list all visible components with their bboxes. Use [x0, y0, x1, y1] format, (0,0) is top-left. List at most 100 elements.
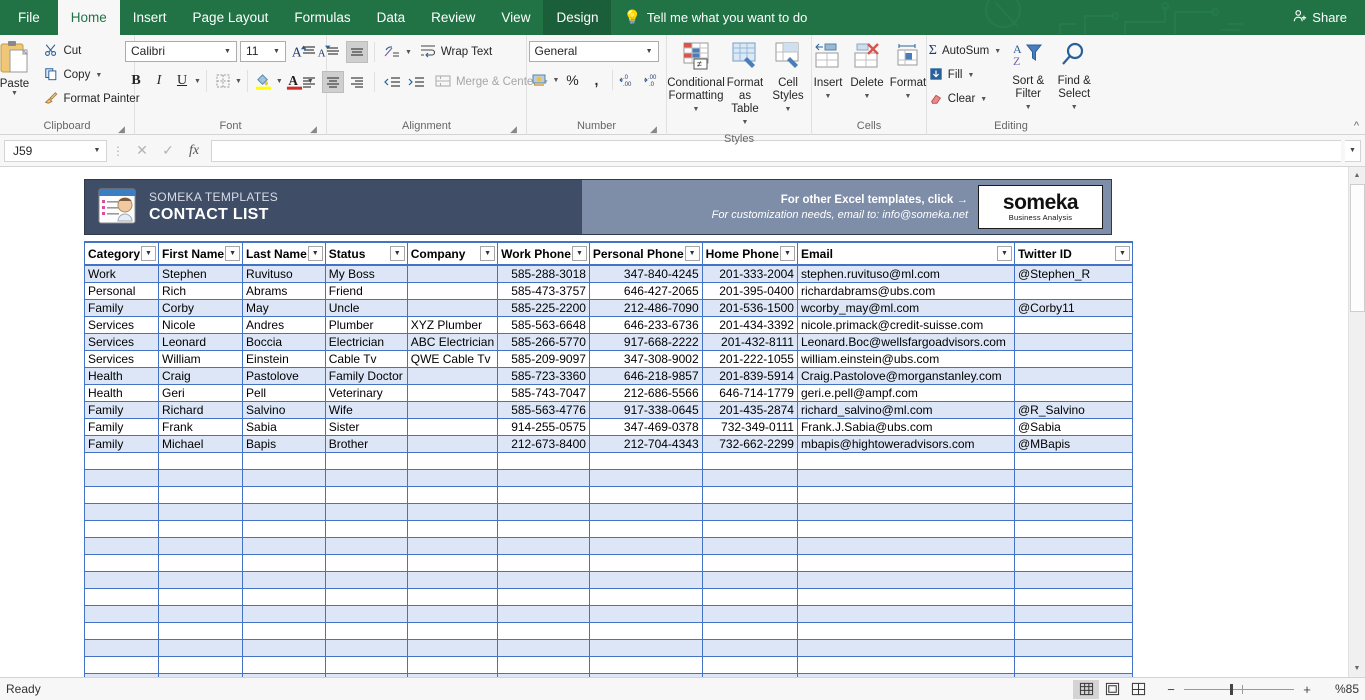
- cell-work-phone[interactable]: 585-563-6648: [498, 316, 590, 333]
- accounting-format-button[interactable]: [529, 69, 551, 91]
- align-middle-button[interactable]: [322, 41, 344, 63]
- cell-first-name[interactable]: Stephen: [159, 265, 243, 282]
- cell-status[interactable]: [325, 486, 407, 503]
- table-row[interactable]: HealthCraigPastoloveFamily Doctor585-723…: [85, 367, 1133, 384]
- cell-email[interactable]: [797, 503, 1014, 520]
- cell-status[interactable]: [325, 537, 407, 554]
- cell-first-name[interactable]: [159, 622, 243, 639]
- cell-first-name[interactable]: [159, 537, 243, 554]
- cell-email[interactable]: [797, 571, 1014, 588]
- cell-twitter-id[interactable]: [1014, 282, 1132, 299]
- cell-company[interactable]: [407, 367, 497, 384]
- align-top-button[interactable]: [298, 41, 320, 63]
- cell-work-phone[interactable]: 585-473-3757: [498, 282, 590, 299]
- cell-work-phone[interactable]: [498, 520, 590, 537]
- column-header-personal-phone[interactable]: Personal Phone▼: [589, 242, 702, 265]
- cell-company[interactable]: [407, 605, 497, 622]
- cell-home-phone[interactable]: 201-395-0400: [702, 282, 797, 299]
- cell-twitter-id[interactable]: [1014, 503, 1132, 520]
- cell-category[interactable]: Services: [85, 350, 159, 367]
- cell-status[interactable]: [325, 520, 407, 537]
- cell-first-name[interactable]: Leonard: [159, 333, 243, 350]
- cell-last-name[interactable]: [243, 452, 326, 469]
- number-format-chevron-down-icon[interactable]: ▼: [643, 48, 656, 55]
- tab-design[interactable]: Design: [543, 0, 611, 35]
- cell-personal-phone[interactable]: 212-704-4343: [589, 435, 702, 452]
- cell-work-phone[interactable]: [498, 656, 590, 673]
- cell-last-name[interactable]: [243, 571, 326, 588]
- cell-first-name[interactable]: Michael: [159, 435, 243, 452]
- cell-home-phone[interactable]: 732-662-2299: [702, 435, 797, 452]
- cell-personal-phone[interactable]: 212-686-5566: [589, 384, 702, 401]
- cell-first-name[interactable]: Richard: [159, 401, 243, 418]
- sort-filter-chevron-down-icon[interactable]: ▼: [1025, 101, 1032, 114]
- zoom-slider-thumb[interactable]: [1230, 684, 1233, 695]
- cell-last-name[interactable]: [243, 639, 326, 656]
- table-row[interactable]: [85, 469, 1133, 486]
- cell-home-phone[interactable]: 201-536-1500: [702, 299, 797, 316]
- cell-personal-phone[interactable]: 917-668-2222: [589, 333, 702, 350]
- filter-dropdown-icon[interactable]: ▼: [572, 246, 587, 261]
- cell-company[interactable]: [407, 622, 497, 639]
- increase-decimal-button[interactable]: .0.00: [618, 69, 640, 91]
- cell-email[interactable]: [797, 605, 1014, 622]
- scroll-down-button[interactable]: ▼: [1349, 660, 1365, 677]
- zoom-out-button[interactable]: −: [1165, 682, 1177, 697]
- cell-work-phone[interactable]: 212-673-8400: [498, 435, 590, 452]
- table-row[interactable]: [85, 639, 1133, 656]
- tab-view[interactable]: View: [488, 0, 543, 35]
- filter-dropdown-icon[interactable]: ▼: [390, 246, 405, 261]
- cell-category[interactable]: Services: [85, 333, 159, 350]
- cell-personal-phone[interactable]: 347-840-4245: [589, 265, 702, 282]
- cell-twitter-id[interactable]: [1014, 384, 1132, 401]
- table-row[interactable]: [85, 537, 1133, 554]
- comma-style-button[interactable]: ,: [585, 69, 607, 91]
- align-center-button[interactable]: [322, 71, 344, 93]
- filter-dropdown-icon[interactable]: ▼: [141, 246, 156, 261]
- cell-category[interactable]: [85, 622, 159, 639]
- cell-company[interactable]: [407, 503, 497, 520]
- cell-twitter-id[interactable]: [1014, 367, 1132, 384]
- cell-twitter-id[interactable]: [1014, 656, 1132, 673]
- cell-category[interactable]: Family: [85, 435, 159, 452]
- cell-home-phone[interactable]: [702, 605, 797, 622]
- cell-first-name[interactable]: [159, 605, 243, 622]
- cell-category[interactable]: Personal: [85, 282, 159, 299]
- cell-home-phone[interactable]: [702, 486, 797, 503]
- fill-color-button[interactable]: [253, 70, 275, 92]
- format-cells-chevron-down-icon[interactable]: ▼: [905, 90, 912, 103]
- cell-last-name[interactable]: [243, 520, 326, 537]
- cell-category[interactable]: Work: [85, 265, 159, 282]
- cell-last-name[interactable]: [243, 605, 326, 622]
- cell-email[interactable]: [797, 520, 1014, 537]
- cell-work-phone[interactable]: [498, 469, 590, 486]
- cell-last-name[interactable]: [243, 503, 326, 520]
- column-header-last-name[interactable]: Last Name▼: [243, 242, 326, 265]
- cell-status[interactable]: My Boss: [325, 265, 407, 282]
- cell-email[interactable]: stephen.ruvituso@ml.com: [797, 265, 1014, 282]
- cell-home-phone[interactable]: [702, 554, 797, 571]
- format-as-table-chevron-down-icon[interactable]: ▼: [742, 116, 749, 129]
- cell-home-phone[interactable]: [702, 503, 797, 520]
- paste-button[interactable]: Paste ▼: [0, 39, 38, 111]
- cell-status[interactable]: Friend: [325, 282, 407, 299]
- cell-email[interactable]: geri.e.pell@ampf.com: [797, 384, 1014, 401]
- format-as-table-button[interactable]: Format as Table ▼: [722, 39, 768, 131]
- cell-first-name[interactable]: Rich: [159, 282, 243, 299]
- wrap-text-button[interactable]: Wrap Text: [414, 40, 498, 64]
- cell-personal-phone[interactable]: [589, 503, 702, 520]
- format-cells-button[interactable]: Format ▼: [887, 39, 929, 105]
- cell-email[interactable]: nicole.primack@credit-suisse.com: [797, 316, 1014, 333]
- filter-dropdown-icon[interactable]: ▼: [685, 246, 700, 261]
- cell-work-phone[interactable]: [498, 605, 590, 622]
- cell-email[interactable]: [797, 452, 1014, 469]
- cell-home-phone[interactable]: [702, 639, 797, 656]
- cell-company[interactable]: [407, 486, 497, 503]
- number-format-combo[interactable]: General ▼: [529, 41, 659, 62]
- cell-status[interactable]: [325, 605, 407, 622]
- delete-cells-chevron-down-icon[interactable]: ▼: [864, 90, 871, 103]
- promo-line-1[interactable]: For other Excel templates, click →: [712, 194, 968, 206]
- cell-company[interactable]: ABC Electrician: [407, 333, 497, 350]
- cell-styles-button[interactable]: Cell Styles ▼: [768, 39, 808, 118]
- cell-category[interactable]: Family: [85, 418, 159, 435]
